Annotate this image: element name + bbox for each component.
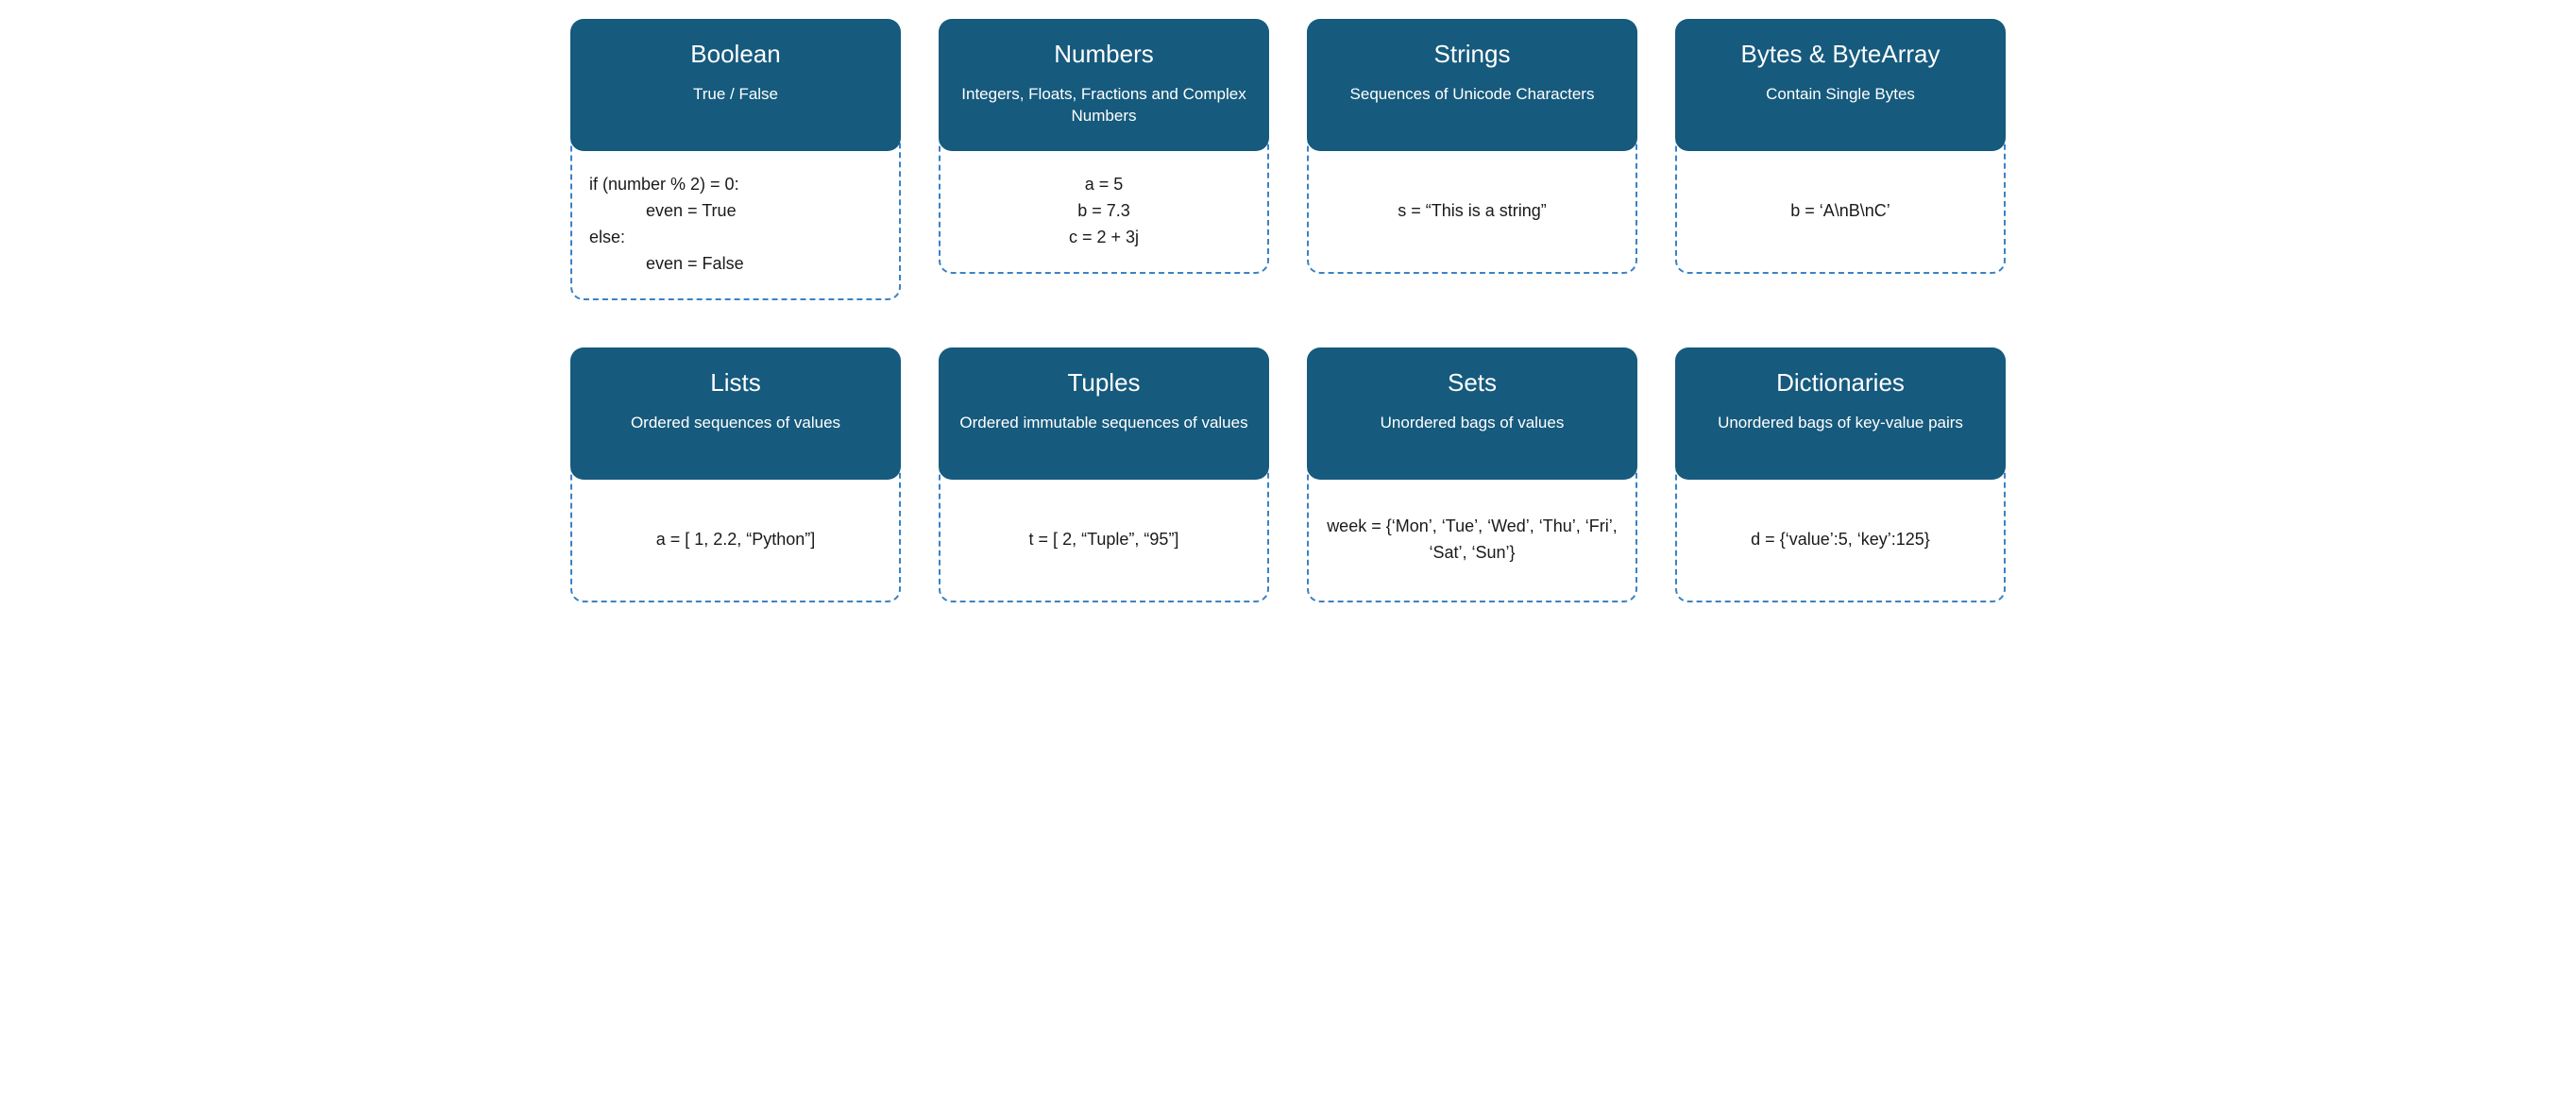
card-bytes: Bytes & ByteArray Contain Single Bytes b… — [1675, 19, 2006, 300]
code-line: b = ‘A\nB\nC’ — [1790, 198, 1890, 225]
card-header: Bytes & ByteArray Contain Single Bytes — [1675, 19, 2006, 151]
code-line: a = 5 — [1085, 172, 1124, 198]
datatype-grid: Boolean True / False if (number % 2) = 0… — [570, 19, 2006, 602]
card-body: week = {‘Mon’, ‘Tue’, ‘Wed’, ‘Thu’, ‘Fri… — [1307, 470, 1637, 602]
card-subtitle: Ordered immutable sequences of values — [958, 413, 1250, 434]
card-body: a = [ 1, 2.2, “Python”] — [570, 470, 901, 602]
card-sets: Sets Unordered bags of values week = {‘M… — [1307, 347, 1637, 602]
card-body: t = [ 2, “Tuple”, “95”] — [939, 470, 1269, 602]
card-header: Dictionaries Unordered bags of key-value… — [1675, 347, 2006, 480]
card-body: s = “This is a string” — [1307, 142, 1637, 274]
card-dictionaries: Dictionaries Unordered bags of key-value… — [1675, 347, 2006, 602]
card-title: Boolean — [589, 40, 882, 69]
code-line: even = False — [589, 251, 744, 278]
code-line: t = [ 2, “Tuple”, “95”] — [1029, 527, 1179, 553]
card-header: Boolean True / False — [570, 19, 901, 151]
card-numbers: Numbers Integers, Floats, Fractions and … — [939, 19, 1269, 300]
code-line: week = {‘Mon’, ‘Tue’, ‘Wed’, ‘Thu’, ‘Fri… — [1326, 514, 1618, 567]
card-subtitle: True / False — [589, 84, 882, 106]
code-line: c = 2 + 3j — [1069, 225, 1139, 251]
card-header: Strings Sequences of Unicode Characters — [1307, 19, 1637, 151]
card-title: Bytes & ByteArray — [1694, 40, 1987, 69]
card-lists: Lists Ordered sequences of values a = [ … — [570, 347, 901, 602]
card-title: Dictionaries — [1694, 368, 1987, 398]
card-body: if (number % 2) = 0: even = True else: e… — [570, 142, 901, 300]
card-body: d = {‘value’:5, ‘key’:125} — [1675, 470, 2006, 602]
card-subtitle: Integers, Floats, Fractions and Complex … — [958, 84, 1250, 127]
card-title: Tuples — [958, 368, 1250, 398]
card-title: Sets — [1326, 368, 1618, 398]
card-subtitle: Contain Single Bytes — [1694, 84, 1987, 106]
code-line: else: — [589, 225, 625, 251]
code-line: if (number % 2) = 0: — [589, 172, 739, 198]
card-subtitle: Unordered bags of values — [1326, 413, 1618, 434]
code-line: s = “This is a string” — [1398, 198, 1547, 225]
card-body: b = ‘A\nB\nC’ — [1675, 142, 2006, 274]
code-line: b = 7.3 — [1077, 198, 1130, 225]
card-subtitle: Unordered bags of key-value pairs — [1694, 413, 1987, 434]
card-boolean: Boolean True / False if (number % 2) = 0… — [570, 19, 901, 300]
card-header: Tuples Ordered immutable sequences of va… — [939, 347, 1269, 480]
card-title: Numbers — [958, 40, 1250, 69]
code-line: even = True — [589, 198, 737, 225]
card-title: Strings — [1326, 40, 1618, 69]
code-line: d = {‘value’:5, ‘key’:125} — [1751, 527, 1930, 553]
card-subtitle: Sequences of Unicode Characters — [1326, 84, 1618, 106]
card-subtitle: Ordered sequences of values — [589, 413, 882, 434]
card-title: Lists — [589, 368, 882, 398]
card-strings: Strings Sequences of Unicode Characters … — [1307, 19, 1637, 300]
card-tuples: Tuples Ordered immutable sequences of va… — [939, 347, 1269, 602]
card-header: Numbers Integers, Floats, Fractions and … — [939, 19, 1269, 151]
card-header: Sets Unordered bags of values — [1307, 347, 1637, 480]
code-line: a = [ 1, 2.2, “Python”] — [656, 527, 816, 553]
card-header: Lists Ordered sequences of values — [570, 347, 901, 480]
card-body: a = 5 b = 7.3 c = 2 + 3j — [939, 142, 1269, 274]
